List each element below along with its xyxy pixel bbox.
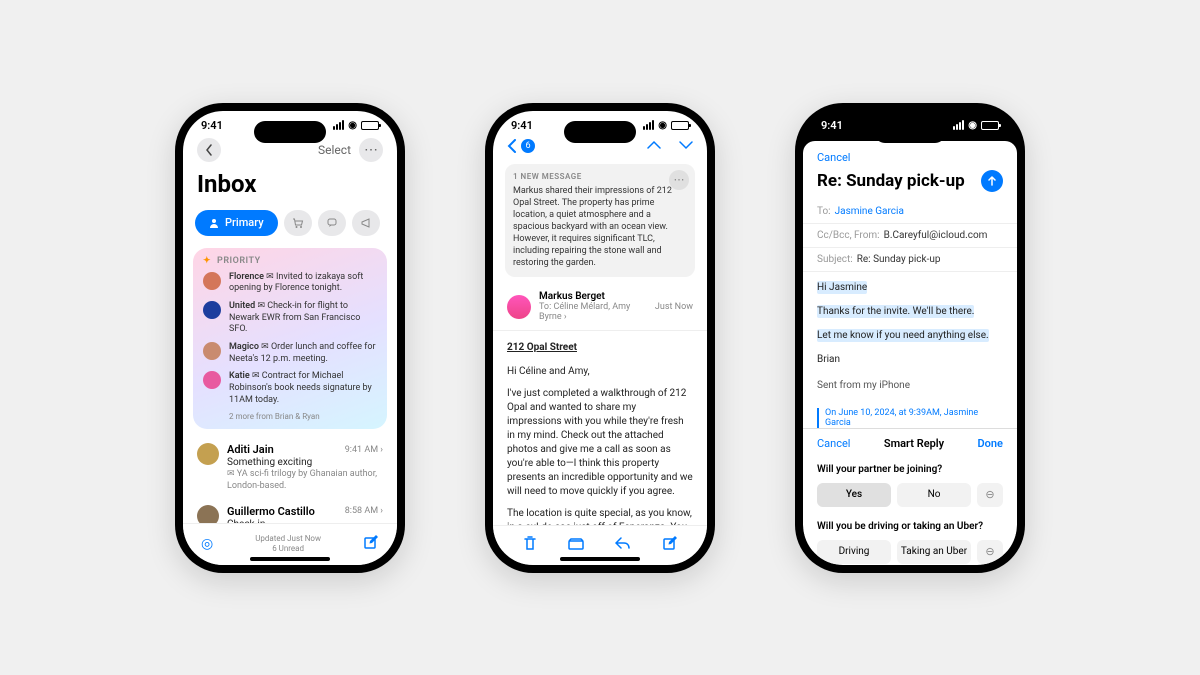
cart-icon [292, 217, 304, 229]
summary-more-button[interactable]: ⋯ [669, 170, 689, 190]
wifi-icon: ◉ [658, 120, 667, 131]
compose-body[interactable]: Hi Jasmine Thanks for the invite. We'll … [803, 272, 1017, 402]
priority-more[interactable]: 2 more from Brian & Ryan [229, 412, 377, 421]
trash-button[interactable] [523, 535, 537, 555]
sender-avatar [507, 295, 531, 319]
message-time: Just Now [655, 302, 693, 312]
filter-updates[interactable] [318, 210, 346, 236]
unread-badge: 6 [521, 139, 535, 153]
battery-icon [671, 121, 689, 130]
mail-item[interactable]: Aditi Jain9:41 AM ›Something exciting✉︎ … [183, 437, 397, 498]
option-uber[interactable]: Taking an Uber [897, 540, 971, 564]
sync-icon[interactable]: ◎ [201, 536, 213, 552]
battery-icon [361, 121, 379, 130]
chat-icon [326, 217, 338, 229]
priority-item[interactable]: Magico ✉︎ Order lunch and coffee for Nee… [203, 342, 377, 365]
option-dismiss[interactable]: ⊖ [977, 483, 1003, 507]
status-time: 9:41 [821, 119, 843, 132]
sender-row[interactable]: Markus Berget To: Céline Mélard, Amy Byr… [493, 283, 707, 331]
status-time: 9:41 [201, 119, 223, 132]
reply-button[interactable] [615, 536, 631, 554]
wifi-icon: ◉ [968, 120, 977, 131]
megaphone-icon [360, 217, 372, 229]
smart-reply-title: Smart Reply [884, 437, 944, 450]
more-button[interactable]: ⋯ [359, 138, 383, 162]
quoted-text: On June 10, 2024, at 9:39AM, Jasmine Gar… [817, 408, 1003, 428]
priority-item[interactable]: Florence ✉︎ Invited to izakaya soft open… [203, 272, 377, 295]
battery-icon [981, 121, 999, 130]
priority-item[interactable]: Katie ✉︎ Contract for Michael Robinson's… [203, 371, 377, 406]
summary-header: 1 NEW MESSAGE [513, 172, 687, 181]
compose-title: Re: Sunday pick-up [817, 171, 965, 191]
wifi-icon: ◉ [348, 120, 357, 131]
cc-field[interactable]: Cc/Bcc, From:B.Careyful@icloud.com [803, 224, 1017, 248]
question-2: Will you be driving or taking an Uber? [803, 515, 1017, 536]
avatar [203, 342, 221, 360]
person-icon [209, 218, 219, 228]
sender-name: Markus Berget [539, 291, 647, 302]
signal-icon [643, 120, 654, 130]
unread-count: 6 Unread [255, 544, 321, 554]
page-title: Inbox [183, 166, 397, 202]
option-yes[interactable]: Yes [817, 483, 891, 507]
message-subject: 212 Opal Street [507, 341, 693, 355]
to-field[interactable]: To:Jasmine Garcia [803, 200, 1017, 224]
priority-section: ✦ PRIORITY Florence ✉︎ Invited to izakay… [193, 248, 387, 430]
question-1: Will your partner be joining? [803, 458, 1017, 479]
status-time: 9:41 [511, 119, 533, 132]
option-dismiss[interactable]: ⊖ [977, 540, 1003, 564]
subject-field[interactable]: Subject:Re: Sunday pick-up [803, 248, 1017, 272]
option-no[interactable]: No [897, 483, 971, 507]
avatar [203, 272, 221, 290]
summary-text: Markus shared their impressions of 212 O… [513, 185, 687, 270]
prev-message-button[interactable] [647, 138, 661, 154]
smart-cancel-button[interactable]: Cancel [817, 437, 850, 450]
next-message-button[interactable] [679, 138, 693, 154]
back-button[interactable] [197, 138, 221, 162]
filter-primary[interactable]: Primary [195, 210, 278, 236]
select-button[interactable]: Select [318, 143, 351, 157]
option-driving[interactable]: Driving [817, 540, 891, 564]
filter-shopping[interactable] [284, 210, 312, 236]
signal-icon [953, 120, 964, 130]
smart-done-button[interactable]: Done [978, 437, 1003, 450]
signal-icon [333, 120, 344, 130]
filter-promotions[interactable] [352, 210, 380, 236]
avatar [197, 443, 219, 465]
cancel-button[interactable]: Cancel [817, 151, 850, 164]
archive-button[interactable] [568, 536, 584, 554]
avatar [203, 301, 221, 319]
priority-label: PRIORITY [217, 256, 261, 266]
priority-item[interactable]: United ✉︎ Check-in for flight to Newark … [203, 301, 377, 336]
avatar [203, 371, 221, 389]
updated-label: Updated Just Now [255, 534, 321, 544]
send-button[interactable] [981, 170, 1003, 192]
back-button[interactable]: 6 [507, 139, 535, 153]
summary-card: ⋯ 1 NEW MESSAGE Markus shared their impr… [505, 164, 695, 278]
compose-button[interactable] [662, 535, 678, 555]
compose-button[interactable] [363, 534, 379, 554]
sparkle-icon: ✦ [203, 256, 211, 266]
